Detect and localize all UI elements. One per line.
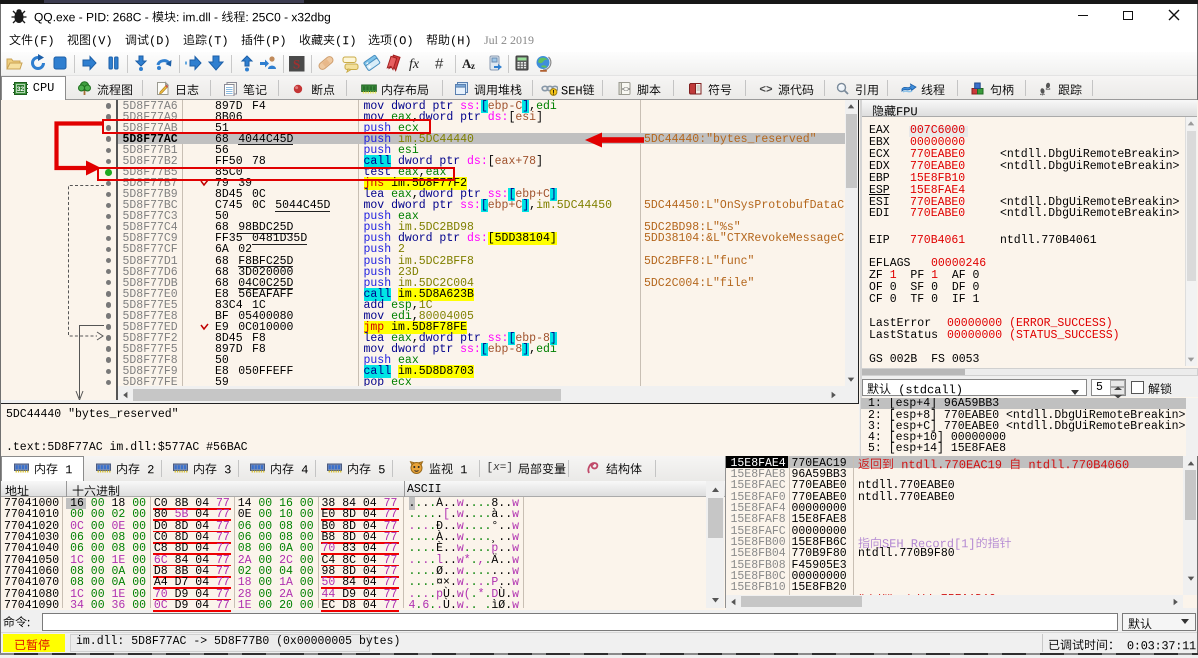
svg-text:#: #	[435, 56, 444, 73]
svg-text:S: S	[293, 57, 300, 72]
svg-text:z: z	[471, 61, 475, 71]
svg-text:!: !	[552, 89, 554, 95]
svg-text:fx: fx	[409, 57, 420, 72]
svg-text:<>: <>	[621, 86, 629, 94]
svg-text:32: 32	[17, 86, 25, 93]
svg-text:<>: <>	[759, 84, 773, 96]
